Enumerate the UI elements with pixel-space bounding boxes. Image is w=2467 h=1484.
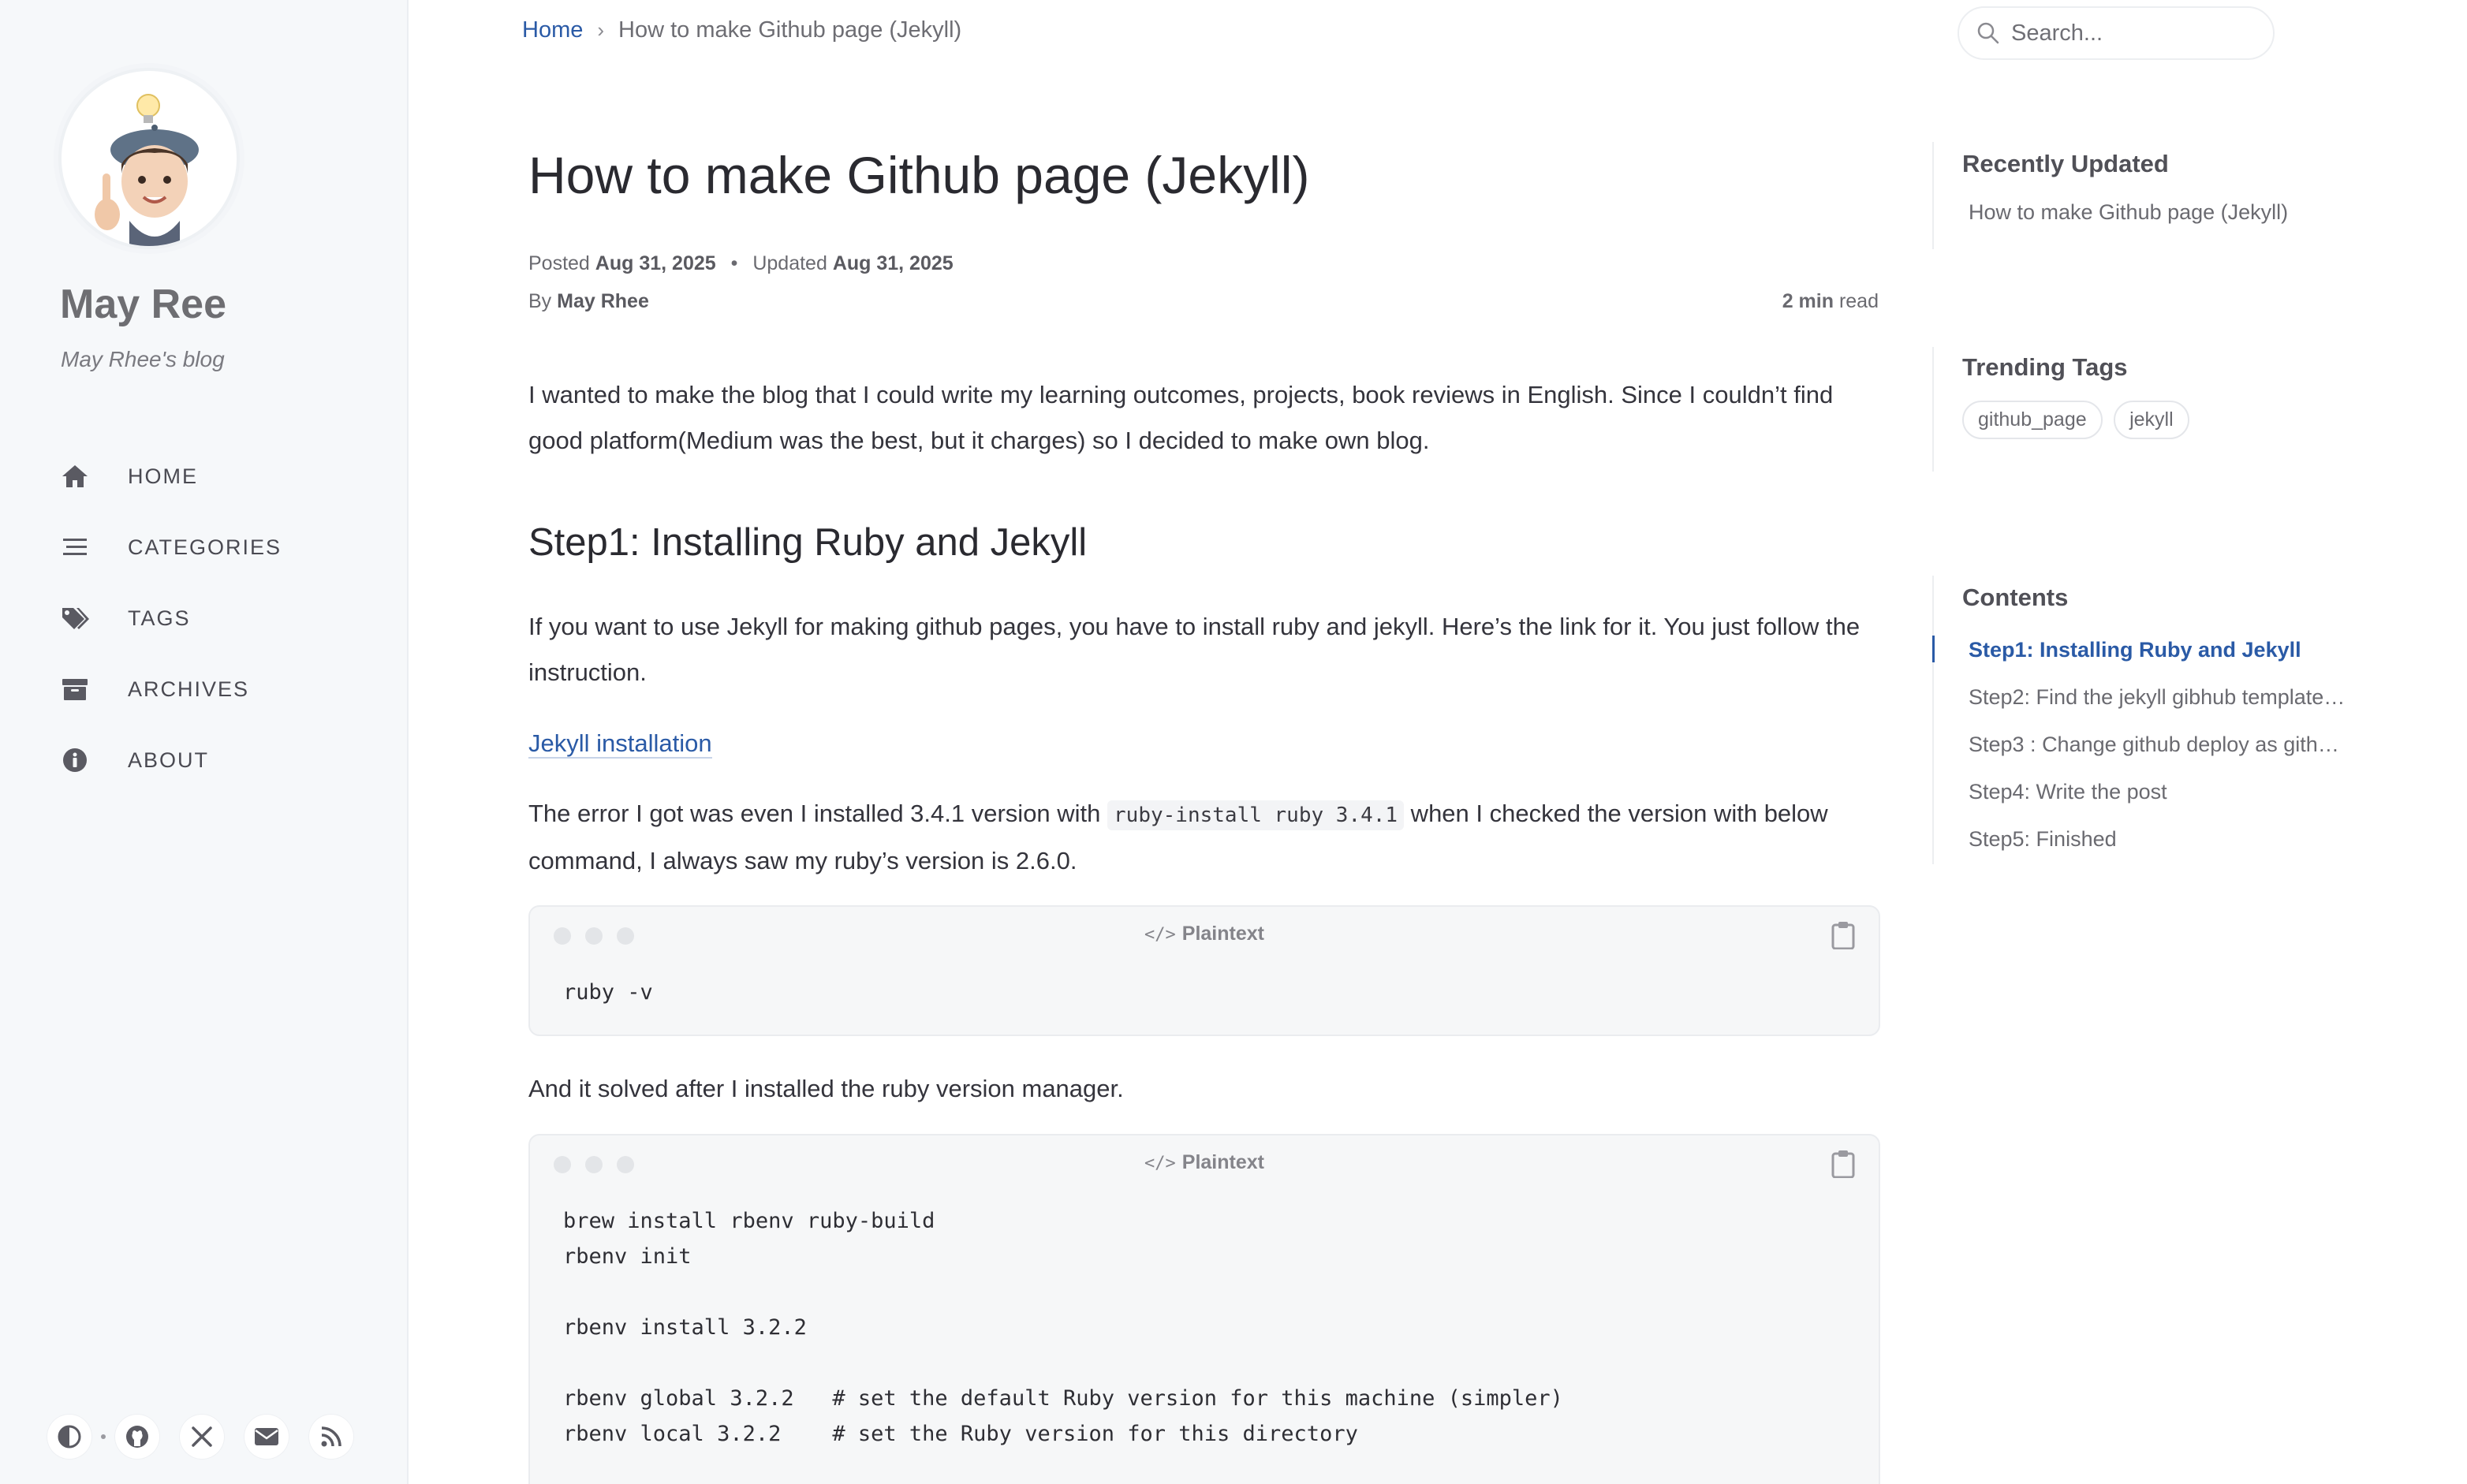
- rss-link[interactable]: [309, 1415, 353, 1459]
- nav-item-archives[interactable]: ARCHIVES: [58, 666, 374, 713]
- toc-item-label: Step1: Installing Ruby and Jekyll: [1969, 638, 2301, 662]
- theme-toggle-button[interactable]: [47, 1415, 91, 1459]
- avatar[interactable]: [58, 68, 240, 249]
- theme-toggle-icon: [58, 1425, 81, 1449]
- home-icon: [58, 460, 91, 493]
- clipboard-icon[interactable]: [1830, 921, 1857, 949]
- panel-title: Trending Tags: [1962, 353, 2128, 381]
- toc-item[interactable]: Step5: Finished: [1934, 815, 2346, 863]
- rss-icon: [321, 1426, 341, 1447]
- sidebar: May Ree May Rhee's blog HOME CATEGORIES …: [0, 0, 409, 1484]
- nav-label: ABOUT: [128, 748, 210, 772]
- search-icon: [1977, 22, 1999, 44]
- trending-tags-panel: Trending Tags github_page jekyll: [1932, 347, 2197, 472]
- site-subtitle: May Rhee's blog: [61, 347, 225, 371]
- code-icon: </>: [1144, 925, 1176, 945]
- toc-item[interactable]: Step4: Write the post: [1934, 768, 2346, 815]
- inline-code: ruby-install ruby 3.4.1: [1107, 800, 1405, 830]
- breadcrumb-current: How to make Github page (Jekyll): [618, 17, 962, 43]
- archive-icon: [58, 673, 91, 706]
- nav-label: ARCHIVES: [128, 677, 250, 701]
- toc-item[interactable]: Step2: Find the jekyll gibhub template y…: [1934, 673, 2346, 721]
- code-header: </> Plaintext: [530, 1135, 1879, 1192]
- nav-label: HOME: [128, 464, 198, 488]
- link-paragraph: Jekyll installation: [528, 721, 1879, 766]
- separator-dot: [101, 1434, 106, 1439]
- breadcrumb-home-link[interactable]: Home: [522, 17, 583, 43]
- by-label: By: [528, 290, 552, 312]
- code-content[interactable]: ruby -v: [530, 964, 1879, 1029]
- toc-item-label: Step3 : Change github deploy as github a…: [1969, 733, 2346, 756]
- toc-item[interactable]: Step3 : Change github deploy as github a…: [1934, 721, 2346, 768]
- search-input[interactable]: [2011, 20, 2264, 47]
- nav-item-about[interactable]: ABOUT: [58, 736, 374, 784]
- github-icon: [126, 1426, 148, 1448]
- toc-item[interactable]: Step1: Installing Ruby and Jekyll: [1932, 626, 2346, 673]
- code-header: </> Plaintext: [530, 907, 1879, 964]
- recent-item[interactable]: How to make Github page (Jekyll): [1969, 200, 2346, 225]
- posted-date[interactable]: Aug 31, 2025: [595, 252, 716, 274]
- breadcrumb: Home › How to make Github page (Jekyll): [522, 17, 961, 43]
- stream-icon: [58, 531, 91, 564]
- memoji-avatar-icon: [95, 94, 199, 246]
- tag-list: github_page jekyll: [1962, 401, 2197, 439]
- code-block: </> Plaintext brew install rbenv ruby-bui…: [528, 1134, 1880, 1484]
- read-time-label: read: [1838, 290, 1879, 312]
- toc-panel: Contents Step1: Installing Ruby and Jeky…: [1932, 576, 2346, 864]
- code-language-label: Plaintext: [1181, 1151, 1264, 1173]
- meta-dot: •: [730, 252, 738, 274]
- panel-title: Contents: [1962, 584, 2069, 611]
- nav-item-categories[interactable]: CATEGORIES: [58, 524, 374, 571]
- post-author: By May Rhee: [528, 290, 649, 313]
- site-title[interactable]: May Ree: [60, 281, 226, 328]
- nav-label: CATEGORIES: [128, 535, 282, 559]
- recently-updated-panel: Recently Updated How to make Github page…: [1932, 142, 2346, 249]
- read-time: 2 min read: [1782, 290, 1879, 313]
- updated-label: Updated: [752, 252, 827, 274]
- post-dates: Posted Aug 31, 2025 • Updated Aug 31, 20…: [528, 252, 954, 275]
- code-language: </> Plaintext: [530, 923, 1879, 945]
- info-icon: [58, 744, 91, 777]
- github-link[interactable]: [115, 1415, 159, 1459]
- posted-label: Posted: [528, 252, 590, 274]
- author-name: May Rhee: [557, 290, 649, 312]
- breadcrumb-separator: ›: [597, 18, 605, 42]
- nav-item-home[interactable]: HOME: [58, 453, 374, 500]
- search-box[interactable]: [1958, 6, 2275, 60]
- sidebar-bottom-bar: [47, 1413, 374, 1460]
- intro-paragraph: I wanted to make the blog that I could w…: [528, 381, 1834, 454]
- email-icon: [255, 1428, 278, 1445]
- x-twitter-icon: [192, 1426, 212, 1447]
- error-paragraph: The error I got was even I installed 3.4…: [528, 791, 1879, 884]
- step1-heading: Step1: Installing Ruby and Jekyll: [528, 521, 1088, 564]
- code-content[interactable]: brew install rbenv ruby-build rbenv init…: [530, 1192, 1879, 1471]
- tags-icon: [58, 602, 91, 635]
- step1-paragraph: If you want to use Jekyll for making git…: [528, 613, 1861, 686]
- error-text-before: The error I got was even I installed 3.4…: [528, 800, 1108, 827]
- clipboard-icon[interactable]: [1830, 1150, 1857, 1178]
- tag-chip[interactable]: github_page: [1962, 401, 2103, 439]
- post-title: How to make Github page (Jekyll): [528, 146, 1310, 204]
- toc-item-label: Step4: Write the post: [1969, 780, 2167, 804]
- code-icon: </>: [1144, 1154, 1176, 1173]
- panel-title: Recently Updated: [1962, 150, 2169, 177]
- email-link[interactable]: [244, 1415, 289, 1459]
- nav-label: TAGS: [128, 606, 191, 630]
- x-twitter-link[interactable]: [180, 1415, 224, 1459]
- toc-item-label: Step2: Find the jekyll gibhub template y…: [1969, 685, 2346, 709]
- jekyll-installation-link[interactable]: Jekyll installation: [528, 729, 712, 759]
- code-language: </> Plaintext: [530, 1151, 1879, 1174]
- nav-item-tags[interactable]: TAGS: [58, 595, 374, 642]
- toc-item-label: Step5: Finished: [1969, 827, 2117, 851]
- updated-date[interactable]: Aug 31, 2025: [833, 252, 954, 274]
- solved-paragraph: And it solved after I installed the ruby…: [528, 1075, 1124, 1102]
- read-time-value: 2 min: [1782, 290, 1834, 312]
- code-block: </> Plaintext ruby -v: [528, 905, 1880, 1036]
- code-language-label: Plaintext: [1181, 923, 1264, 945]
- tag-chip[interactable]: jekyll: [2114, 401, 2189, 439]
